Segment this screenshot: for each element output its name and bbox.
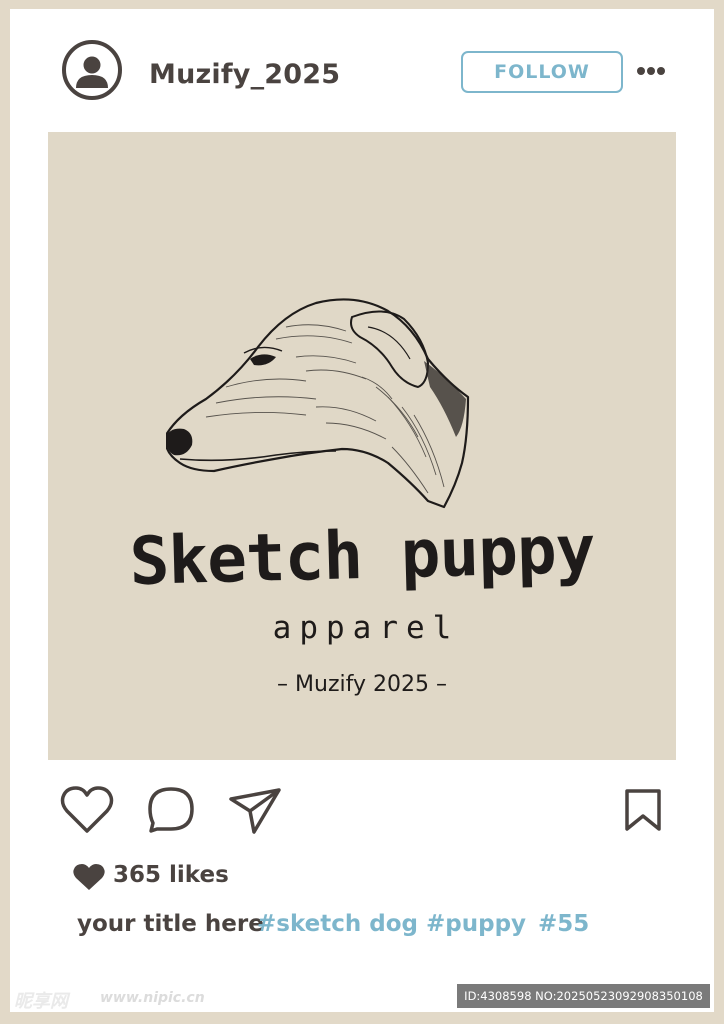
hashtag-55[interactable]: #55 xyxy=(538,911,589,937)
follow-button[interactable]: FOLLOW xyxy=(461,51,623,93)
post-image[interactable]: Sketch puppy apparel – Muzify 2025 – xyxy=(48,132,676,760)
watermark-logo: 昵享网 xyxy=(14,991,68,1012)
watermark-id: ID:4308598 NO:20250523092908350108 xyxy=(457,984,710,1008)
post-card: Muzify_2025 FOLLOW Sketch puppy apparel … xyxy=(10,9,714,1012)
hashtag-puppy[interactable]: #puppy xyxy=(426,911,526,937)
send-icon[interactable] xyxy=(228,787,282,835)
hashtag-sketch-dog[interactable]: #sketch dog xyxy=(257,911,418,937)
image-subtitle: apparel xyxy=(272,610,460,646)
likes-count[interactable]: 365 likes xyxy=(113,862,229,888)
image-title: Sketch puppy xyxy=(128,510,596,601)
user-avatar-icon xyxy=(76,56,108,88)
caption-title: your title here xyxy=(77,911,264,937)
username[interactable]: Muzify_2025 xyxy=(149,59,340,90)
dog-sketch xyxy=(166,298,470,509)
avatar[interactable] xyxy=(62,40,122,100)
watermark-url: www.nipic.cn xyxy=(100,990,205,1006)
more-dots-icon[interactable] xyxy=(636,65,666,77)
likes-heart-icon xyxy=(73,864,105,890)
image-credit: – Muzify 2025 – xyxy=(277,672,447,697)
comment-icon[interactable] xyxy=(147,785,195,835)
bookmark-icon[interactable] xyxy=(624,788,662,832)
heart-icon[interactable] xyxy=(60,785,114,835)
